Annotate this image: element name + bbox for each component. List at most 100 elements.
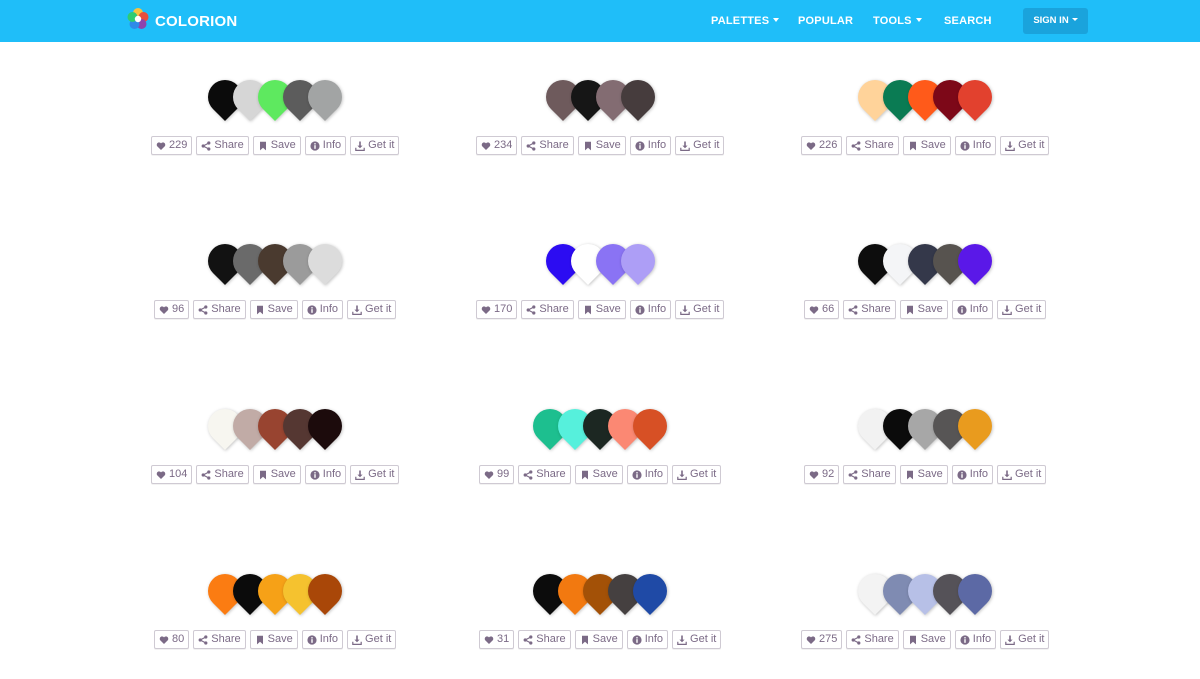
share-button[interactable]: Share <box>518 630 571 649</box>
get-it-button[interactable]: Get it <box>672 465 722 484</box>
save-button-label: Save <box>595 303 621 315</box>
like-button[interactable]: 170 <box>476 300 518 319</box>
get-it-button[interactable]: Get it <box>347 300 397 319</box>
share-button[interactable]: Share <box>521 136 574 155</box>
info-button[interactable]: Info <box>951 465 994 484</box>
get-it-button[interactable]: Get it <box>350 136 400 155</box>
share-button[interactable]: Share <box>846 630 899 649</box>
share-button[interactable]: Share <box>518 465 571 484</box>
bookmark-icon <box>580 470 593 480</box>
info-button[interactable]: Info <box>954 630 997 649</box>
palette-swatches[interactable] <box>200 566 350 618</box>
like-button[interactable]: 92 <box>804 465 840 484</box>
like-button[interactable]: 80 <box>154 630 190 649</box>
bookmark-icon <box>583 305 596 315</box>
info-button[interactable]: Info <box>951 300 994 319</box>
info-button[interactable]: Info <box>954 136 997 155</box>
nav-popular-link[interactable]: POPULAR <box>798 0 853 42</box>
share-button[interactable]: Share <box>843 300 896 319</box>
info-button[interactable]: Info <box>629 136 672 155</box>
save-button[interactable]: Save <box>249 300 298 319</box>
palette-swatches[interactable] <box>538 72 662 124</box>
save-button[interactable]: Save <box>902 136 951 155</box>
info-button[interactable]: Info <box>304 465 347 484</box>
info-button[interactable]: Info <box>301 630 344 649</box>
like-button[interactable]: 226 <box>801 136 843 155</box>
share-button[interactable]: Share <box>196 465 249 484</box>
info-button-label: Info <box>647 139 667 151</box>
get-it-button[interactable]: Get it <box>997 465 1047 484</box>
color-swatch[interactable] <box>625 401 675 451</box>
download-icon <box>355 141 368 151</box>
info-button[interactable]: Info <box>629 300 672 319</box>
save-button[interactable]: Save <box>249 630 298 649</box>
share-button[interactable]: Share <box>193 630 246 649</box>
color-swatch[interactable] <box>625 566 675 616</box>
palette-swatches[interactable] <box>850 566 1000 618</box>
share-button[interactable]: Share <box>193 300 246 319</box>
save-button[interactable]: Save <box>252 136 301 155</box>
save-button[interactable]: Save <box>577 300 626 319</box>
like-button[interactable]: 31 <box>479 630 515 649</box>
save-button[interactable]: Save <box>899 465 948 484</box>
palette-swatches[interactable] <box>850 236 1000 288</box>
like-button[interactable]: 275 <box>801 630 843 649</box>
share-button[interactable]: Share <box>196 136 249 155</box>
save-button[interactable]: Save <box>574 630 623 649</box>
color-swatch[interactable] <box>950 566 1000 616</box>
save-button-label: Save <box>267 633 293 645</box>
nav-palettes-dropdown[interactable]: PALETTES <box>711 0 780 42</box>
get-it-button[interactable]: Get it <box>350 465 400 484</box>
color-swatch[interactable] <box>613 72 662 122</box>
palette-swatches[interactable] <box>538 236 662 288</box>
share-button[interactable]: Share <box>843 465 896 484</box>
color-swatch[interactable] <box>300 72 350 122</box>
get-it-button[interactable]: Get it <box>675 136 725 155</box>
color-swatch[interactable] <box>950 72 1000 122</box>
like-button[interactable]: 66 <box>804 300 840 319</box>
palette-swatches[interactable] <box>525 566 675 618</box>
get-it-button[interactable]: Get it <box>347 630 397 649</box>
save-button[interactable]: Save <box>252 465 301 484</box>
color-swatch[interactable] <box>950 401 1000 451</box>
share-button[interactable]: Share <box>521 300 574 319</box>
save-button[interactable]: Save <box>574 465 623 484</box>
palette-swatches[interactable] <box>200 72 350 124</box>
like-button[interactable]: 229 <box>151 136 193 155</box>
nav-search-link[interactable]: SEARCH <box>944 0 992 42</box>
palette-swatches[interactable] <box>200 401 350 453</box>
share-icon <box>851 634 864 645</box>
color-swatch[interactable] <box>300 236 350 286</box>
info-button[interactable]: Info <box>304 136 347 155</box>
color-swatch[interactable] <box>950 236 1000 286</box>
save-button[interactable]: Save <box>899 300 948 319</box>
sign-in-button[interactable]: SIGN IN <box>1023 8 1088 34</box>
get-it-button[interactable]: Get it <box>1000 136 1050 155</box>
palette-swatches[interactable] <box>525 401 675 453</box>
like-button[interactable]: 96 <box>154 300 190 319</box>
palette-swatches[interactable] <box>200 236 350 288</box>
get-it-button[interactable]: Get it <box>997 300 1047 319</box>
get-it-button[interactable]: Get it <box>1000 630 1050 649</box>
color-swatch[interactable] <box>300 401 350 451</box>
brand-logo-link[interactable]: COLORION <box>126 7 237 33</box>
info-button[interactable]: Info <box>626 630 669 649</box>
like-button[interactable]: 99 <box>479 465 515 484</box>
palette-swatches[interactable] <box>850 72 1000 124</box>
palette-swatches[interactable] <box>850 401 1000 453</box>
info-icon <box>960 140 973 151</box>
get-it-button[interactable]: Get it <box>672 630 722 649</box>
get-it-button[interactable]: Get it <box>675 300 725 319</box>
caret-down-icon <box>1071 17 1078 21</box>
like-button[interactable]: 104 <box>151 465 193 484</box>
color-swatch[interactable] <box>613 236 662 286</box>
nav-tools-dropdown[interactable]: TOOLS <box>873 0 922 42</box>
info-button[interactable]: Info <box>626 465 669 484</box>
save-button[interactable]: Save <box>902 630 951 649</box>
share-button[interactable]: Share <box>846 136 899 155</box>
color-swatch[interactable] <box>300 566 350 616</box>
like-button-label: 104 <box>169 468 188 480</box>
like-button[interactable]: 234 <box>476 136 518 155</box>
save-button[interactable]: Save <box>577 136 626 155</box>
info-button[interactable]: Info <box>301 300 344 319</box>
